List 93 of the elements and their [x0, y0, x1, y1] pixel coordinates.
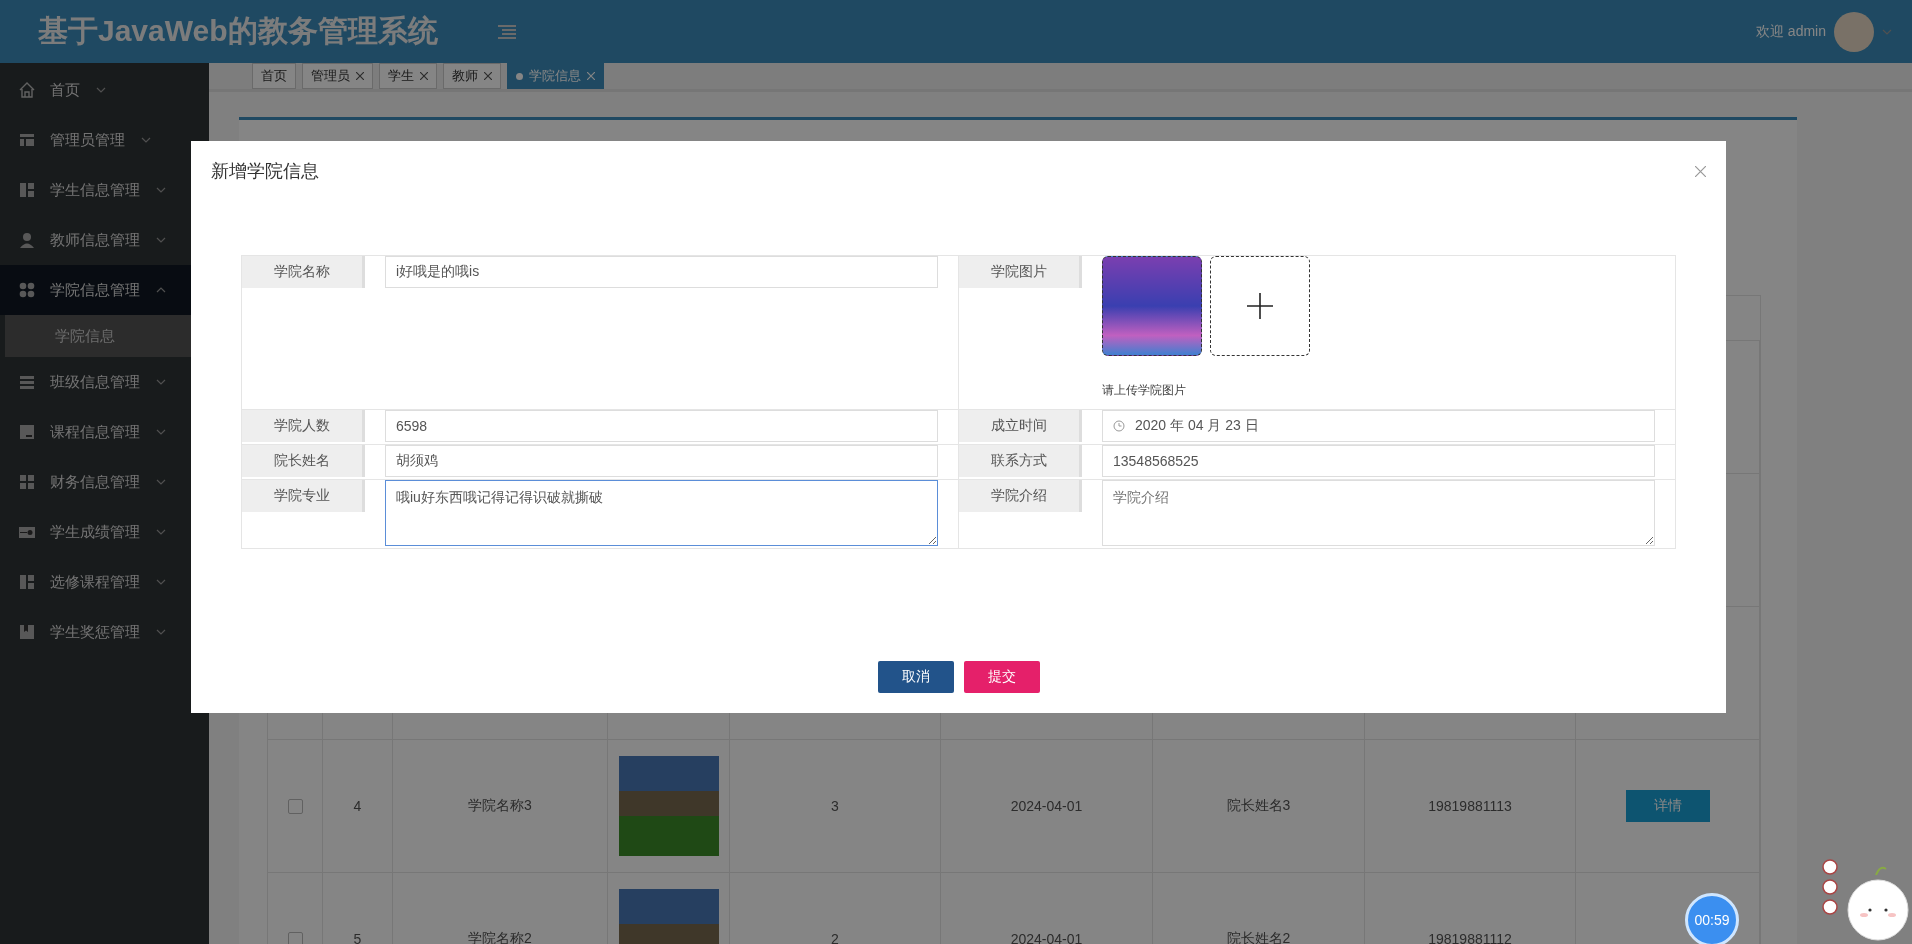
- sidebar-label: 班级信息管理: [50, 372, 140, 392]
- table-cell: 5: [323, 873, 393, 944]
- field-label: 学院专业: [242, 480, 365, 512]
- bookmark-icon: [18, 623, 36, 641]
- field-label: 学院图片: [959, 256, 1082, 288]
- sidebar-label: 管理员管理: [50, 130, 125, 150]
- close-icon[interactable]: [356, 72, 364, 80]
- sidebar-label: 课程信息管理: [50, 422, 140, 442]
- avatar[interactable]: [1834, 11, 1874, 52]
- table-cell: 学院名称2: [393, 873, 608, 944]
- chevron-icon: [156, 287, 166, 293]
- page-tab[interactable]: 学生: [379, 63, 437, 89]
- chevron-icon: [156, 187, 166, 193]
- sidebar-label: 首页: [50, 80, 80, 100]
- app-title: 基于JavaWeb的教务管理系统: [38, 13, 438, 49]
- row-checkbox[interactable]: [287, 798, 303, 814]
- clock-icon: [1113, 420, 1125, 432]
- field-label: 学院名称: [242, 256, 365, 288]
- sidebar-label: 学院信息管理: [50, 280, 140, 300]
- upload-button[interactable]: [1210, 256, 1310, 356]
- text-area[interactable]: 哦iu好东西哦记得记得识破就撕破: [385, 480, 938, 546]
- plus-icon: [1247, 293, 1273, 319]
- field-label: 成立时间: [959, 410, 1082, 442]
- table-cell: 院长姓名3: [1153, 740, 1365, 872]
- welcome-text: 欢迎 admin: [1755, 22, 1826, 41]
- text-field[interactable]: 13548568525: [1102, 445, 1655, 477]
- upload-hint: 请上传学院图片: [1102, 382, 1187, 399]
- close-icon[interactable]: [484, 72, 492, 80]
- page-tab[interactable]: 首页: [252, 63, 296, 89]
- text-field[interactable]: 胡须鸡: [385, 445, 938, 477]
- chevron-icon: [156, 629, 166, 635]
- circles-icon: [18, 281, 36, 299]
- sidebar-item[interactable]: 财务信息管理: [0, 457, 209, 507]
- sidebar-label: 学生奖惩管理: [50, 622, 140, 642]
- sidebar-item[interactable]: 首页: [0, 65, 209, 115]
- sidebar-label: 学生信息管理: [50, 180, 140, 200]
- page-tab[interactable]: 管理员: [302, 63, 373, 89]
- table-cell: 19819881112: [1365, 873, 1576, 944]
- page-tab[interactable]: 学院信息: [507, 63, 604, 89]
- grid-icon: [18, 181, 36, 199]
- sidebar-label: 财务信息管理: [50, 472, 140, 492]
- table-cell: 2024-04-01: [941, 873, 1153, 944]
- detail-button[interactable]: 详情: [1625, 790, 1710, 822]
- chevron-icon: [156, 479, 166, 485]
- table-cell: 4: [323, 740, 393, 872]
- sidebar-item[interactable]: 学生奖惩管理: [0, 607, 209, 657]
- active-dot: [516, 72, 523, 80]
- sidebar-item[interactable]: 选修课程管理: [0, 557, 209, 607]
- panel-icon: [18, 573, 36, 591]
- user-icon: [18, 231, 36, 249]
- text-field[interactable]: i好哦是的哦is: [385, 256, 938, 288]
- dialog-title: 新增学院信息: [211, 160, 319, 183]
- table-cell: 3: [730, 740, 941, 872]
- chevron-icon: [1882, 28, 1892, 35]
- field-label: 院长姓名: [242, 445, 365, 477]
- grid-icon: [18, 473, 36, 491]
- chevron-icon: [156, 579, 166, 585]
- date-field[interactable]: 2020 年 04 月 23 日: [1102, 410, 1655, 442]
- tray-icon: [18, 423, 36, 441]
- chevron-icon: [156, 237, 166, 243]
- menu-icon[interactable]: [497, 23, 516, 40]
- chevron-icon: [96, 87, 106, 93]
- sidebar-item[interactable]: 课程信息管理: [0, 407, 209, 457]
- layout-icon: [18, 131, 36, 149]
- chevron-icon: [156, 379, 166, 385]
- field-label: 学院介绍: [959, 480, 1082, 512]
- sidebar-label: 学生成绩管理: [50, 522, 140, 542]
- sidebar-item[interactable]: 班级信息管理: [0, 357, 209, 407]
- chevron-icon: [141, 137, 151, 143]
- list-icon: [18, 373, 36, 391]
- chevron-icon: [156, 429, 166, 435]
- chevron-icon: [156, 529, 166, 535]
- sidebar-item[interactable]: 教师信息管理: [0, 215, 209, 265]
- sidebar-label: 教师信息管理: [50, 230, 140, 250]
- page-tab[interactable]: 教师: [443, 63, 501, 89]
- sidebar-item[interactable]: 管理员管理: [0, 115, 209, 165]
- table-cell: 学院名称3: [393, 740, 608, 872]
- close-icon[interactable]: [420, 72, 428, 80]
- table-cell: 2024-04-01: [941, 740, 1153, 872]
- home-icon: [18, 81, 36, 99]
- row-checkbox[interactable]: [287, 931, 303, 944]
- text-area[interactable]: 学院介绍: [1102, 480, 1655, 546]
- table-cell: 2: [730, 873, 941, 944]
- field-label: 联系方式: [959, 445, 1082, 477]
- submit-button[interactable]: 提交: [963, 661, 1040, 693]
- text-field[interactable]: 6598: [385, 410, 938, 442]
- sidebar-label: 选修课程管理: [50, 572, 140, 592]
- sidebar-item[interactable]: 学生信息管理: [0, 165, 209, 215]
- field-label: 学院人数: [242, 410, 365, 442]
- close-icon[interactable]: [1695, 165, 1706, 177]
- cancel-button[interactable]: 取消: [877, 661, 954, 693]
- table-cell: 19819881113: [1365, 740, 1576, 872]
- sidebar-item[interactable]: 学生成绩管理: [0, 507, 209, 557]
